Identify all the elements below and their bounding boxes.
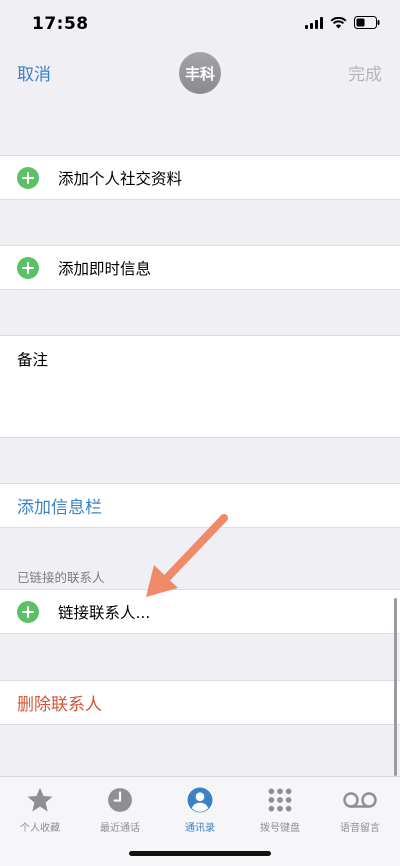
tab-voicemail-label: 语音留言: [340, 823, 380, 834]
add-circle-icon[interactable]: [17, 166, 39, 189]
add-field-row[interactable]: 添加信息栏: [0, 483, 400, 528]
home-indicator: [129, 851, 271, 856]
notes-label: 备注: [17, 351, 49, 369]
tab-contacts-label: 通讯录: [185, 823, 215, 834]
navigation-bar: 取消 丰科 完成: [0, 50, 400, 106]
add-social-profile-label: 添加个人社交资料: [58, 169, 183, 188]
add-field-label: 添加信息栏: [17, 498, 102, 518]
status-icons: [305, 16, 380, 29]
tab-favorites[interactable]: 个人收藏: [0, 785, 80, 834]
notes-field[interactable]: 备注: [0, 335, 400, 438]
link-contacts-row[interactable]: 链接联系人...: [0, 589, 400, 634]
avatar[interactable]: 丰科: [179, 52, 221, 94]
battery-icon: [354, 16, 380, 29]
star-icon: [27, 787, 53, 812]
add-instant-message-row[interactable]: 添加即时信息: [0, 245, 400, 290]
delete-contact-label: 删除联系人: [17, 695, 102, 715]
wifi-icon: [330, 16, 347, 28]
person-circle-icon: [187, 787, 213, 813]
cancel-button[interactable]: 取消: [17, 60, 51, 85]
status-bar: 17:58: [0, 0, 400, 50]
delete-contact-row[interactable]: 删除联系人: [0, 680, 400, 725]
tab-recents[interactable]: 最近通话: [80, 785, 160, 834]
add-instant-message-label: 添加即时信息: [58, 259, 152, 278]
tab-recents-label: 最近通话: [100, 823, 140, 834]
linked-contacts-header: 已链接的联系人: [17, 570, 105, 585]
tab-favorites-label: 个人收藏: [20, 823, 60, 834]
tab-voicemail[interactable]: 语音留言: [320, 785, 400, 834]
add-circle-icon[interactable]: [17, 600, 39, 623]
done-button[interactable]: 完成: [348, 60, 382, 85]
clock-icon: [108, 788, 132, 812]
tab-contacts[interactable]: 通讯录: [160, 785, 240, 834]
voicemail-icon: [343, 792, 377, 808]
scroll-indicator: [394, 598, 397, 776]
add-circle-icon[interactable]: [17, 256, 39, 279]
add-social-profile-row[interactable]: 添加个人社交资料: [0, 155, 400, 200]
status-time: 17:58: [32, 14, 89, 34]
tab-keypad[interactable]: 拨号键盘: [240, 785, 320, 834]
signal-icon: [305, 16, 323, 29]
keypad-icon: [268, 788, 292, 812]
link-contacts-label: 链接联系人...: [58, 603, 151, 622]
tab-keypad-label: 拨号键盘: [260, 823, 300, 834]
